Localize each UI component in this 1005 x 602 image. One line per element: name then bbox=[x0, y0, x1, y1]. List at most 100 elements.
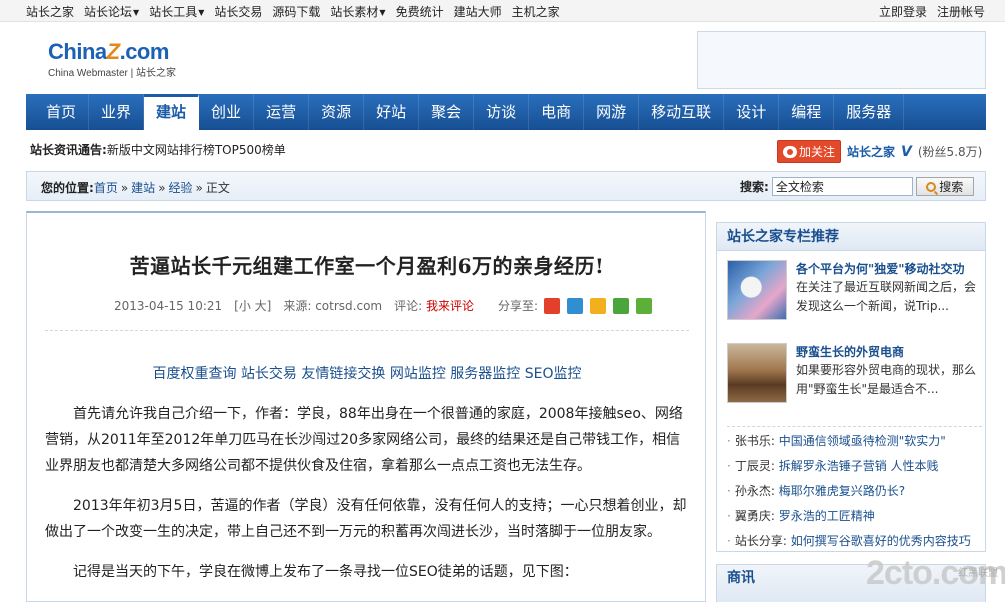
search-button[interactable]: 搜索 bbox=[915, 177, 974, 196]
sidebar-list: · 张书乐: 中国通信领域亟待检测"软实力" · 丁辰灵: 拆解罗永浩锤子营销 人性本… bbox=[727, 426, 982, 554]
breadcrumb-item[interactable]: 建站 bbox=[131, 181, 155, 195]
weibo-follow: 加关注 站长之家 V (粉丝5.8万) bbox=[777, 140, 982, 163]
top-link[interactable]: 站长交易 bbox=[214, 3, 262, 20]
comment-link[interactable]: 我来评论 bbox=[426, 297, 474, 314]
top-link[interactable]: 源码下载 bbox=[272, 3, 320, 20]
sina-weibo-icon[interactable] bbox=[544, 297, 561, 314]
nav-item[interactable]: 电商 bbox=[529, 94, 585, 130]
logo-text-china: China bbox=[48, 39, 107, 64]
top-link-label: 建站大师 bbox=[453, 5, 502, 19]
nav-item[interactable]: 建站 bbox=[144, 94, 200, 130]
list-item-link[interactable]: 中国通信领域亟待检测"软实力" bbox=[779, 434, 946, 448]
featured-desc: 在关注了最近互联网新闻之后，会发现这么一个新闻，说Trip... bbox=[796, 280, 977, 313]
nav-item[interactable]: 设计 bbox=[724, 94, 780, 130]
list-item-link[interactable]: 梅耶尔雅虎复兴路仍长? bbox=[779, 484, 905, 498]
share-icons bbox=[544, 297, 653, 314]
list-item-link[interactable]: 如何撰写谷歌喜好的优秀内容技巧 bbox=[791, 534, 971, 548]
logo-wordmark: ChinaZ.com bbox=[48, 40, 208, 64]
article-panel: 苦逼站长千元组建工作室一个月盈利6万的亲身经历! 2013-04-15 10:2… bbox=[26, 211, 706, 602]
nav-item[interactable]: 网游 bbox=[584, 94, 640, 130]
top-link-label: 站长工具 bbox=[149, 5, 198, 19]
top-link[interactable]: 免费统计 bbox=[396, 3, 444, 20]
top-link-label: 源码下载 bbox=[272, 5, 321, 19]
nav-item[interactable]: 服务器 bbox=[834, 94, 905, 130]
logo-subtitle: China Webmaster | 站长之家 bbox=[48, 68, 177, 79]
ad-link[interactable]: 服务器监控 bbox=[450, 366, 520, 382]
nav-item[interactable]: 创业 bbox=[199, 94, 255, 130]
article-paragraph: 首先请允许我自己介绍一下，作者：学良，88年出身在一个很普通的家庭，2008年接… bbox=[45, 406, 683, 474]
nav-item[interactable]: 移动互联 bbox=[639, 94, 725, 130]
nav-item[interactable]: 资源 bbox=[309, 94, 365, 130]
featured-thumbnail[interactable] bbox=[727, 260, 787, 320]
nav-item[interactable]: 好站 bbox=[364, 94, 420, 130]
ad-link[interactable]: 网站监控 bbox=[390, 366, 446, 382]
list-item-link[interactable]: 拆解罗永浩锤子营销 人性本贱 bbox=[779, 459, 939, 473]
list-item-link[interactable]: 罗永浩的工匠精神 bbox=[779, 509, 875, 523]
site-search: 搜索: 搜索 bbox=[740, 177, 974, 196]
chevron-down-icon[interactable]: ▼ bbox=[379, 8, 385, 17]
follow-label: 加关注 bbox=[799, 145, 836, 159]
clover-icon[interactable] bbox=[613, 297, 630, 314]
article-date: 2013-04-15 10:21 bbox=[114, 298, 223, 313]
ad-link[interactable]: 站长交易 bbox=[241, 366, 297, 382]
ad-link[interactable]: 友情链接交换 bbox=[301, 366, 385, 382]
notice-label: 站长资讯通告: bbox=[30, 143, 107, 157]
top-link-label: 站长交易 bbox=[214, 5, 263, 19]
ad-link[interactable]: SEO监控 bbox=[525, 366, 582, 382]
chevron-down-icon[interactable]: ▼ bbox=[133, 8, 139, 17]
qzone-icon[interactable] bbox=[590, 297, 607, 314]
article-title: 苦逼站长千元组建工作室一个月盈利6万的亲身经历! bbox=[129, 254, 605, 278]
header-ad-banner[interactable] bbox=[697, 31, 986, 89]
breadcrumb-separator: » bbox=[158, 181, 166, 195]
account-links: 立即登录 注册帐号 bbox=[879, 3, 985, 20]
chevron-down-icon[interactable]: ▼ bbox=[198, 8, 204, 17]
font-size-switch[interactable]: [小 大] bbox=[234, 297, 271, 314]
nav-item[interactable]: 运营 bbox=[254, 94, 310, 130]
list-item[interactable]: · 孙永杰: 梅耶尔雅虎复兴路仍长? bbox=[727, 479, 982, 504]
featured-title[interactable]: 野蛮生长的外贸电商 bbox=[796, 343, 904, 360]
nav-item[interactable]: 首页 bbox=[34, 94, 90, 130]
top-link[interactable]: 主机之家 bbox=[512, 3, 560, 20]
follow-button[interactable]: 加关注 bbox=[777, 140, 842, 163]
ad-links: 百度权重查询 站长交易 友情链接交换 网站监控 服务器监控 SEO监控 bbox=[27, 363, 705, 383]
site-logo[interactable]: ChinaZ.com China Webmaster | 站长之家 bbox=[48, 40, 208, 84]
fans-count: (粉丝5.8万) bbox=[917, 145, 983, 159]
list-item-author: 翼勇庆: bbox=[734, 509, 775, 523]
top-link[interactable]: 站长之家 bbox=[26, 3, 74, 20]
sidebar-recommend: 站长之家专栏推荐 各个平台为何"独爱"移动社交功 在关注了最近互联网新闻之后，会… bbox=[716, 222, 986, 552]
nav-item[interactable]: 业界 bbox=[89, 94, 145, 130]
list-item[interactable]: · 张书乐: 中国通信领域亟待检测"软实力" bbox=[727, 429, 982, 454]
register-link[interactable]: 注册帐号 bbox=[937, 3, 985, 20]
top-link[interactable]: 站长素材▼ bbox=[330, 3, 385, 20]
list-item[interactable]: · 站长分享: 如何撰写谷歌喜好的优秀内容技巧 bbox=[727, 529, 982, 554]
search-input[interactable] bbox=[771, 177, 913, 196]
notice-link[interactable]: 新版中文网站排行榜TOP500榜单 bbox=[107, 143, 286, 157]
nav-item[interactable]: 编程 bbox=[779, 94, 835, 130]
logo-text-z: Z bbox=[106, 39, 120, 64]
list-item[interactable]: · 翼勇庆: 罗永浩的工匠精神 bbox=[727, 504, 982, 529]
featured-thumbnail[interactable] bbox=[727, 343, 787, 403]
verified-icon: V bbox=[901, 143, 912, 160]
nav-item[interactable]: 访谈 bbox=[474, 94, 530, 130]
breadcrumb-item[interactable]: 首页 bbox=[94, 181, 118, 195]
ad-link[interactable]: 百度权重查询 bbox=[152, 366, 236, 382]
more-share-icon[interactable] bbox=[636, 297, 653, 314]
top-link[interactable]: 建站大师 bbox=[454, 3, 502, 20]
comment-label: 评论: bbox=[394, 299, 423, 313]
top-link-label: 免费统计 bbox=[395, 5, 444, 19]
top-link[interactable]: 站长工具▼ bbox=[149, 3, 204, 20]
source-label: 来源: bbox=[283, 299, 312, 313]
featured-item[interactable]: 各个平台为何"独爱"移动社交功 在关注了最近互联网新闻之后，会发现这么一个新闻，… bbox=[727, 260, 982, 322]
nav-item[interactable]: 聚会 bbox=[419, 94, 475, 130]
featured-item[interactable]: 野蛮生长的外贸电商 如果要形容外贸电商的现状，那么用"野蛮生长"是最适合不... bbox=[727, 343, 982, 405]
login-link[interactable]: 立即登录 bbox=[879, 3, 927, 20]
top-link-label: 站长素材 bbox=[330, 5, 379, 19]
breadcrumb-item: 正文 bbox=[205, 181, 230, 195]
list-item[interactable]: · 丁辰灵: 拆解罗永浩锤子营销 人性本贱 bbox=[727, 454, 982, 479]
top-link[interactable]: 站长论坛▼ bbox=[84, 3, 139, 20]
weibo-account-link[interactable]: 站长之家 bbox=[847, 143, 895, 160]
sidebar-title: 站长之家专栏推荐 bbox=[717, 223, 985, 251]
featured-title[interactable]: 各个平台为何"独爱"移动社交功 bbox=[796, 260, 965, 277]
breadcrumb-item[interactable]: 经验 bbox=[169, 181, 193, 195]
tencent-weibo-icon[interactable] bbox=[567, 297, 584, 314]
